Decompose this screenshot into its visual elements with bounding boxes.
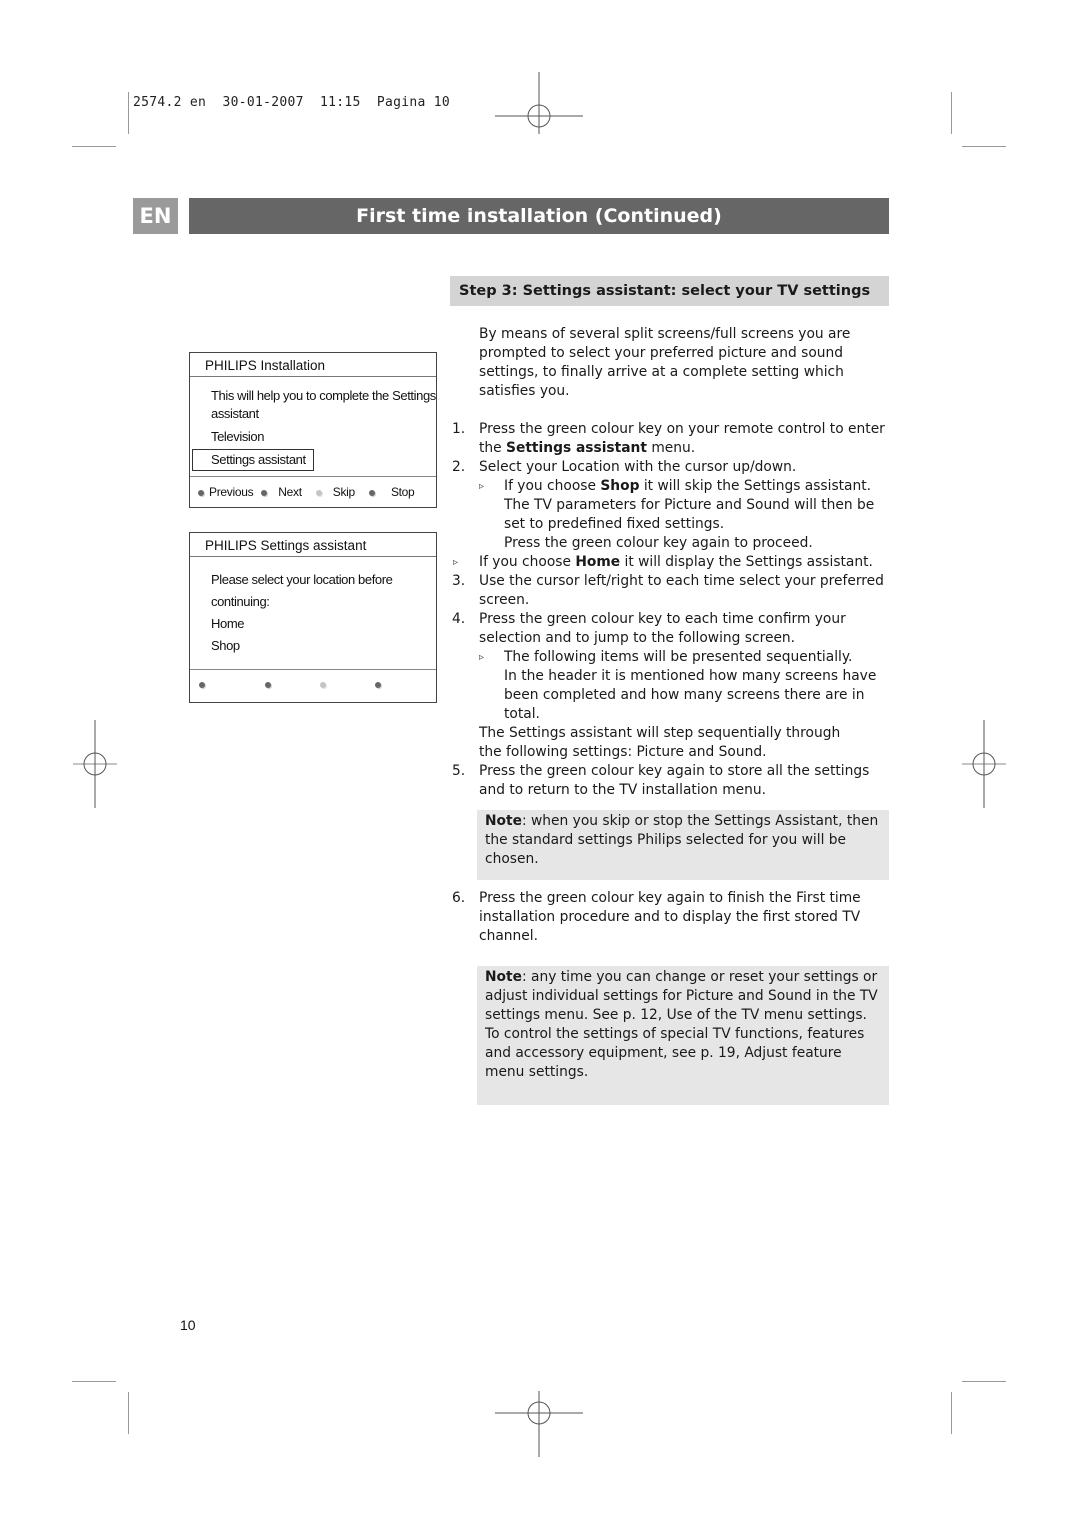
- triangle-bullet-icon: ▹: [479, 652, 485, 663]
- triangle-bullet-icon: ▹: [479, 481, 485, 492]
- registration-mark-left-icon: [73, 720, 117, 808]
- tv-menu-installation: PHILIPS Installation This will help you …: [189, 352, 437, 508]
- crop-mark-top-left-h: [72, 146, 116, 147]
- tv-menu-text-line: assistant: [211, 406, 259, 421]
- step-item-1: 1. Press the green colour key on your rem…: [452, 421, 885, 456]
- green-key-icon[interactable]: [265, 682, 271, 688]
- step-heading: Step 3: Settings assistant: select your …: [450, 276, 889, 306]
- page-title: First time installation (Continued): [189, 198, 889, 234]
- tv-menu-text-line: This will help you to complete the Setti…: [211, 388, 436, 403]
- crop-mark-top-left-v: [128, 92, 129, 134]
- step-4-sequence-note: ▹ The following items will be presented s…: [479, 649, 853, 665]
- tv-menu-text-line: Please select your location before: [211, 572, 393, 587]
- tv-menu-settings-assistant: PHILIPS Settings assistant Please select…: [189, 532, 437, 703]
- page-number: 10: [180, 1317, 196, 1333]
- blue-key-icon[interactable]: [375, 682, 381, 688]
- note-change-settings: Note: any time you can change or reset y…: [477, 966, 889, 1105]
- step-item-6: 6. Press the green colour key again to fi…: [452, 890, 861, 944]
- footer-next[interactable]: Next: [261, 485, 302, 499]
- tv-menu-text-line: continuing:: [211, 594, 270, 609]
- step-item-4: 4. Press the green colour key to each tim…: [452, 611, 846, 646]
- note-skip-stop: Note: when you skip or stop the Settings…: [477, 810, 889, 880]
- crop-mark-top-right-v: [951, 92, 952, 134]
- step-item-5: 5. Press the green colour key again to st…: [452, 763, 870, 798]
- crop-mark-bottom-left-h: [72, 1381, 116, 1382]
- tv-menu-header: PHILIPS Settings assistant: [190, 533, 436, 557]
- slug-time: 11:15: [319, 95, 361, 110]
- slug-date: 30-01-2007: [222, 95, 304, 110]
- registration-mark-bottom-icon: [495, 1391, 583, 1457]
- tv-menu-item-settings-assistant[interactable]: Settings assistant: [192, 449, 314, 471]
- slug-page-label: Pagina 10: [376, 95, 451, 110]
- red-key-icon[interactable]: [199, 682, 205, 688]
- language-badge: EN: [133, 198, 178, 234]
- tv-menu-option-home[interactable]: Home: [190, 613, 436, 635]
- step-4-after: The Settings assistant will step sequent…: [479, 725, 841, 760]
- printer-slug: 2574.2 en 30-01-2007 11:15 Pagina 10: [133, 95, 450, 110]
- step-4-header-note: In the header it is mentioned how many s…: [504, 668, 877, 722]
- tv-menu-footer: Previous Next Skip Stop: [190, 476, 436, 507]
- step-2-home-note: ▹ If you choose Home it will display the …: [453, 554, 873, 570]
- tv-menu-header: PHILIPS Installation: [190, 353, 436, 377]
- footer-skip[interactable]: Skip: [315, 485, 355, 499]
- slug-doc-id: 2574.2: [133, 95, 182, 110]
- footer-stop[interactable]: Stop: [368, 485, 415, 499]
- footer-previous[interactable]: Previous: [198, 485, 254, 499]
- yellow-key-icon: [315, 489, 322, 496]
- registration-mark-right-icon: [962, 720, 1006, 808]
- crop-mark-bottom-right-h: [962, 1381, 1006, 1382]
- tv-menu-item-television[interactable]: Television: [190, 428, 436, 446]
- blue-key-icon: [368, 489, 375, 496]
- instructions-step-6: 6. Press the green colour key again to fi…: [452, 889, 897, 946]
- registration-mark-top-icon: [495, 72, 583, 134]
- tv-menu-option-shop[interactable]: Shop: [190, 635, 436, 657]
- crop-mark-bottom-left-v: [128, 1392, 129, 1434]
- step-item-2: 2. Select your Location with the cursor u…: [452, 459, 797, 475]
- tv-menu-footer: [190, 669, 436, 700]
- intro-paragraph: By means of several split screens/full s…: [479, 326, 851, 399]
- slug-lang: en: [189, 95, 207, 110]
- crop-mark-top-right-h: [962, 146, 1006, 147]
- step-2-proceed: Press the green colour key again to proc…: [504, 535, 813, 551]
- crop-mark-bottom-right-v: [951, 1392, 952, 1434]
- red-key-icon: [198, 489, 204, 496]
- triangle-bullet-icon: ▹: [453, 557, 459, 568]
- green-key-icon: [261, 489, 268, 496]
- step-2-shop-note: ▹ If you choose Shop it will skip the Set…: [479, 478, 875, 532]
- yellow-key-icon[interactable]: [320, 682, 326, 688]
- instructions: By means of several split screens/full s…: [452, 325, 897, 800]
- step-item-3: 3. Use the cursor left/right to each time…: [452, 573, 884, 608]
